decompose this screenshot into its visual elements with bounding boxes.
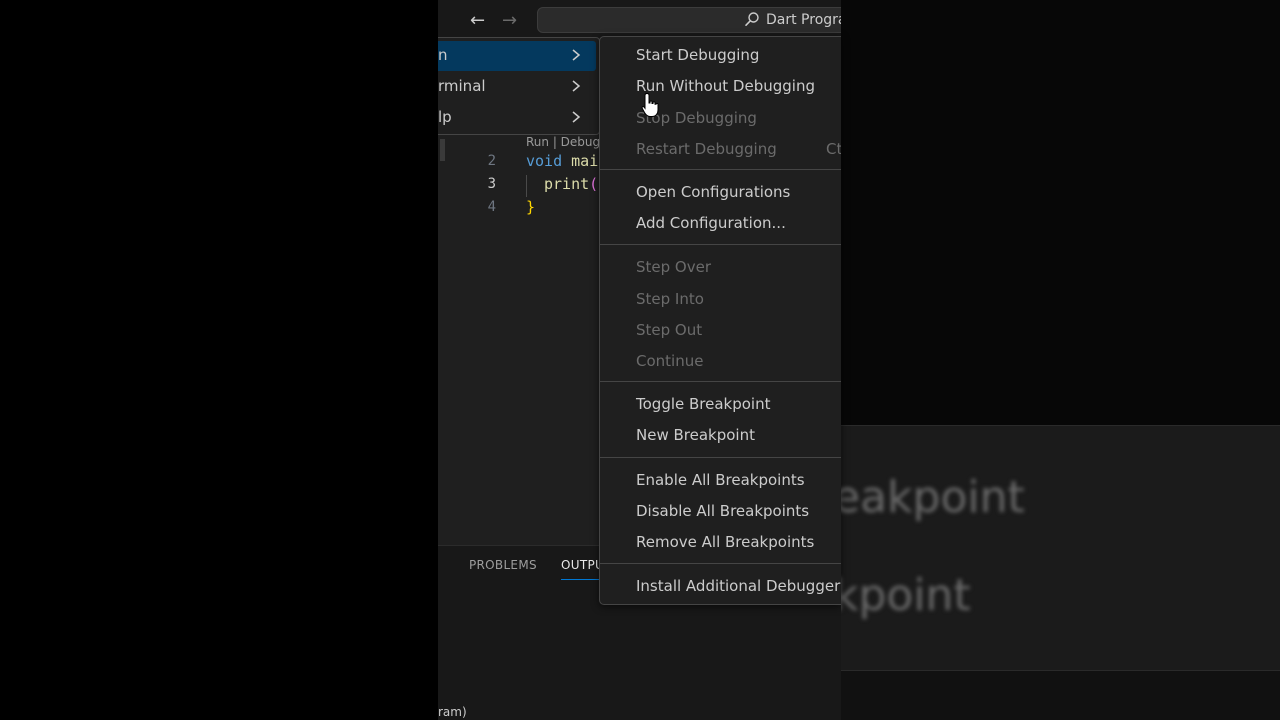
menu-separator [600, 169, 841, 170]
menu-item-label: New Breakpoint [636, 426, 755, 444]
search-icon [745, 12, 759, 26]
menu-item-label: Open Configurations [636, 183, 791, 201]
background-band-top [841, 0, 1280, 425]
line-number-active: 3 [487, 176, 496, 192]
menu-separator [600, 381, 841, 382]
menu-item-label: Step Over [636, 258, 711, 276]
menu-item-continue: Continue [600, 347, 841, 375]
command-center-label: Dart Program [766, 12, 841, 28]
menu-item-label: Restart Debugging [636, 140, 777, 158]
title-bar: ← → Dart Program [438, 0, 841, 40]
tab-problems[interactable]: PROBLEMS [469, 558, 537, 572]
menu-item-open-configurations[interactable]: Open Configurations [600, 178, 841, 206]
gutter-marker [440, 139, 445, 161]
menubar-dropdown: n rminal lp [438, 37, 600, 135]
status-text[interactable]: ram) [438, 705, 467, 719]
menu-item-label: Remove All Breakpoints [636, 533, 815, 551]
arrow-right-icon[interactable]: → [502, 10, 517, 31]
codelens-run-debug[interactable]: Run | Debug [526, 135, 600, 149]
menu-item-label: Disable All Breakpoints [636, 502, 810, 520]
menu-item-install-additional-debuggers[interactable]: Install Additional Debuggers... [600, 572, 841, 600]
menu-item-step-out: Step Out [600, 316, 841, 344]
arrow-left-icon[interactable]: ← [470, 10, 485, 31]
line-number: 4 [487, 199, 496, 215]
menu-item-label: Toggle Breakpoint [636, 395, 771, 413]
chevron-right-icon [572, 80, 581, 92]
code-keyword: void [526, 152, 563, 170]
active-tab-indicator [561, 579, 601, 580]
menubar-item-label: rminal [438, 77, 486, 95]
menu-item-label: Run Without Debugging [636, 77, 815, 95]
ghost-text-1: eakpoint [833, 472, 1025, 523]
menu-item-label: Start Debugging [636, 46, 760, 64]
menu-item-start-debugging[interactable]: Start Debugging [600, 41, 841, 69]
menu-item-step-over: Step Over [600, 253, 841, 281]
menu-item-remove-all-breakpoints[interactable]: Remove All Breakpoints [600, 528, 841, 556]
ghost-text-2: kpoint [833, 570, 971, 621]
code-function: mai [562, 152, 599, 170]
menubar-item-terminal[interactable]: rminal [438, 72, 596, 102]
command-center[interactable]: Dart Program [537, 7, 841, 33]
menu-separator [600, 457, 841, 458]
menu-item-label: Enable All Breakpoints [636, 471, 805, 489]
line-number: 2 [487, 153, 496, 169]
menu-item-shortcut: Ct [826, 140, 841, 158]
code-line-4[interactable]: } [526, 198, 535, 216]
menu-item-enable-all-breakpoints[interactable]: Enable All Breakpoints [600, 466, 841, 494]
menu-item-label: Step Into [636, 290, 704, 308]
menu-item-add-configuration[interactable]: Add Configuration... [600, 209, 841, 237]
menu-item-stop-debugging: Stop Debugging [600, 104, 841, 132]
menu-item-toggle-breakpoint[interactable]: Toggle Breakpoint [600, 390, 841, 418]
code-function: print [544, 175, 590, 193]
code-line-2[interactable]: void mai [526, 152, 598, 170]
background-band-middle [841, 425, 1280, 670]
hand-cursor-icon [641, 92, 659, 117]
menu-item-new-breakpoint[interactable]: New Breakpoint [600, 421, 841, 449]
status-bar: ram) [438, 705, 841, 720]
background-band-bottom [841, 670, 1280, 720]
menu-item-label: Step Out [636, 321, 703, 339]
chevron-right-icon [572, 111, 581, 123]
menu-item-label: Continue [636, 352, 704, 370]
run-menu: Start Debugging Run Without Debugging St… [599, 36, 841, 605]
menubar-item-run[interactable]: n [438, 41, 596, 71]
menu-separator [600, 244, 841, 245]
menu-separator [600, 563, 841, 564]
code-paren: ( [589, 175, 599, 193]
menubar-item-label: lp [438, 108, 452, 126]
menu-item-step-into: Step Into [600, 285, 841, 313]
code-line-3[interactable]: print( [544, 175, 598, 193]
menubar-item-help[interactable]: lp [438, 103, 596, 133]
menu-item-label: Add Configuration... [636, 214, 786, 232]
indent-guide [526, 175, 527, 197]
menu-item-disable-all-breakpoints[interactable]: Disable All Breakpoints [600, 497, 841, 525]
menu-item-label: Install Additional Debuggers... [636, 577, 841, 595]
menu-item-restart-debugging: Restart Debugging Ct [600, 135, 841, 163]
menubar-item-label: n [438, 46, 448, 64]
menu-item-run-without-debugging[interactable]: Run Without Debugging [600, 72, 841, 100]
chevron-right-icon [572, 49, 581, 61]
